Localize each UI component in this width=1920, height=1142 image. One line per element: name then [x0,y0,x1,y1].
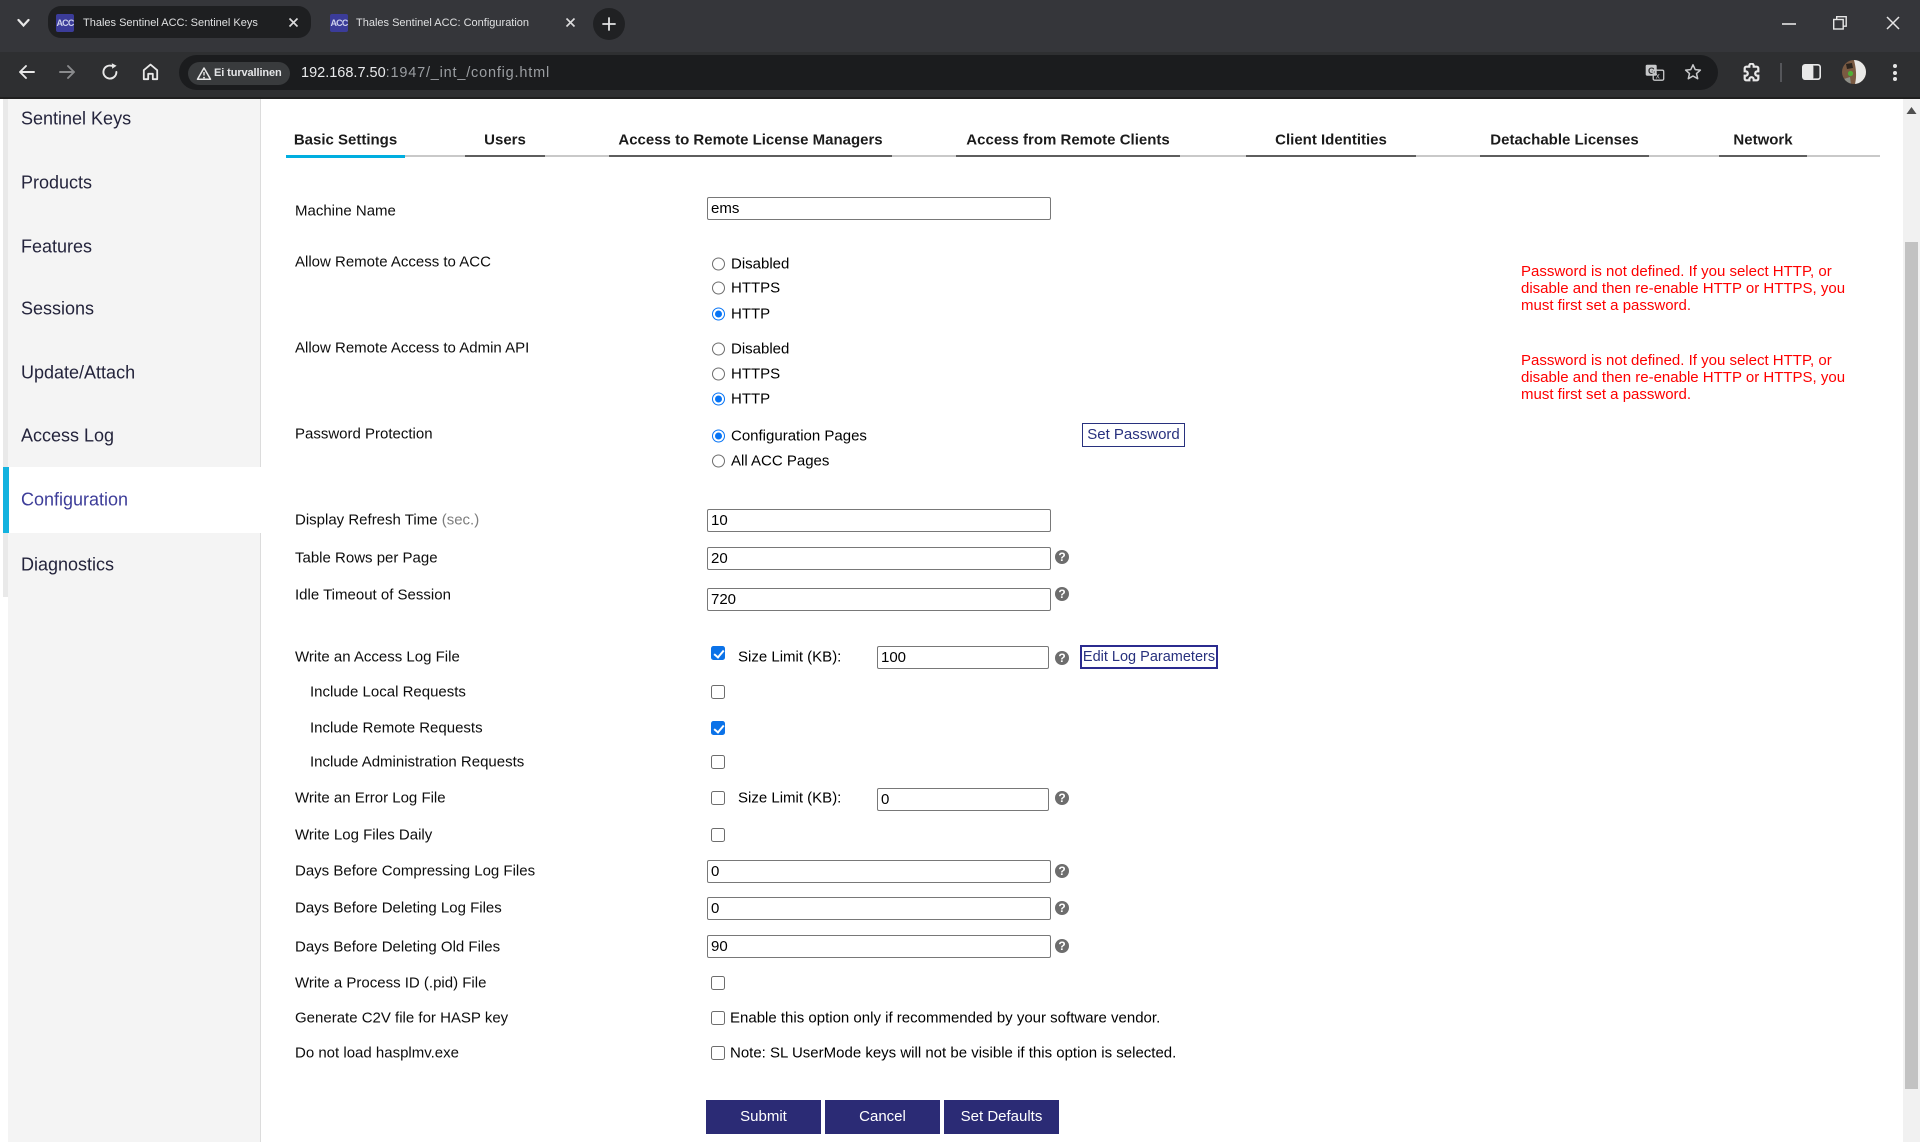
svg-text:x: x [1656,72,1660,81]
